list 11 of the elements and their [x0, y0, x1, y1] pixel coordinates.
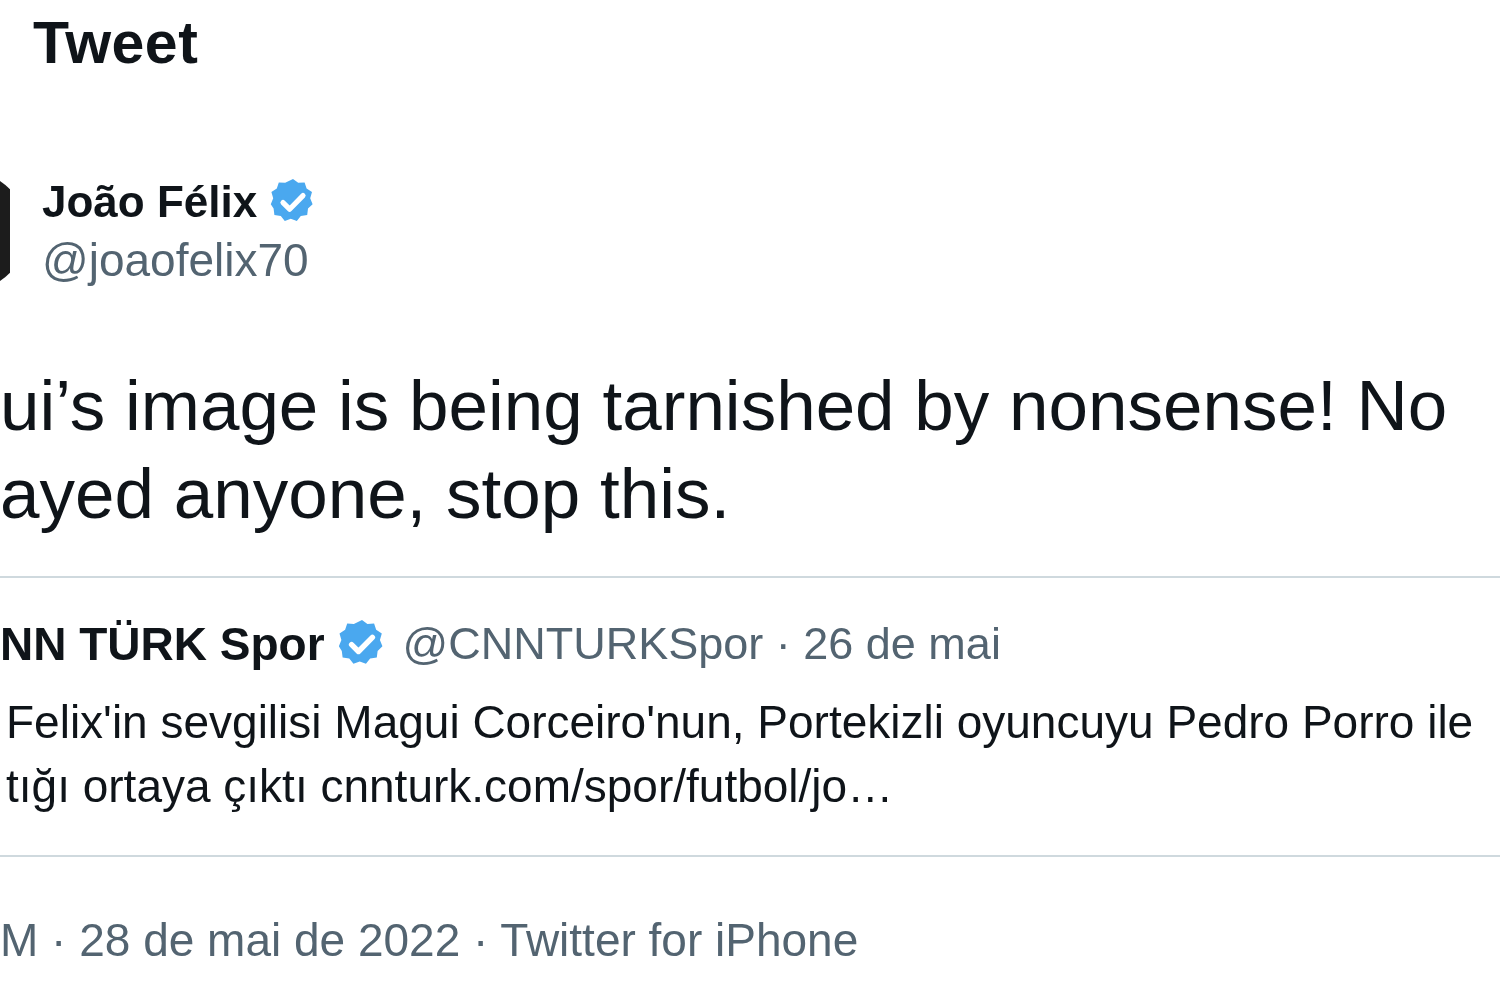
author-name[interactable]: João Félix: [42, 176, 258, 228]
quoted-tweet-text: Felix'in sevgilisi Magui Corceiro'nun, Portekizli oyuncuyu Pedro Porro ile: [6, 695, 1474, 750]
tweet-text: ayed anyone, stop this.: [0, 453, 731, 535]
quoted-author-name: NN TÜRK Spor: [0, 618, 325, 670]
page-title: Tweet: [33, 10, 199, 76]
quoted-tweet-text: tığı ortaya çıktı cnnturk.com/spor/futbol/jo…: [6, 759, 894, 814]
quoted-tweet-card[interactable]: NN TÜRK Spor @CNNTURKSpor · 26 de mai Felix'in sevgilisi Magui Corceiro'nun, Portekizli oyuncuyu Pedro Porro ile tığı ortaya çıktı cnnturk.com/spor/futbol/jo…: [0, 576, 1500, 857]
quoted-tweet-meta: @CNNTURKSpor · 26 de mai: [402, 618, 1001, 670]
tweet-text: ui’s image is being tarnished by nonsense! No: [0, 365, 1448, 447]
author-handle[interactable]: @joaofelix70: [42, 234, 309, 286]
tweet-timestamp: M · 28 de mai de 2022 · Twitter for iPhone: [0, 914, 859, 966]
